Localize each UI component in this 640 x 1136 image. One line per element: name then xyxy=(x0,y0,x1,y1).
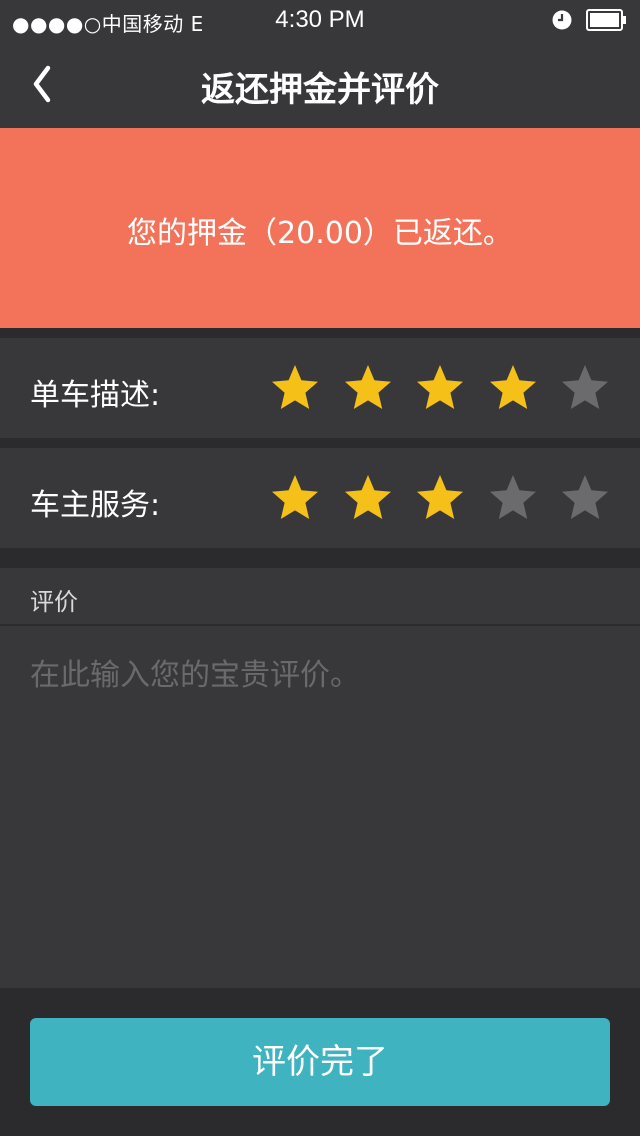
rating-label-bike-description: 单车描述: xyxy=(30,378,161,413)
rating-row-bike-description: 单车描述: xyxy=(0,338,640,438)
star-rating-bike-description[interactable] xyxy=(270,364,620,412)
footer: 评价完了 xyxy=(0,988,640,1136)
star-filled-icon[interactable] xyxy=(415,364,465,412)
page-title: 返还押金并评价 xyxy=(201,70,439,110)
status-bar: ●●●●○中国移动 E 4:30 PM xyxy=(0,0,640,40)
rating-row-owner-service: 车主服务: xyxy=(0,448,640,548)
star-empty-icon[interactable] xyxy=(560,364,610,412)
rating-label-owner-service: 车主服务: xyxy=(30,488,161,523)
screen: ●●●●○中国移动 E 4:30 PM 返还押金并评价 您的押金（20.00）已… xyxy=(0,0,640,1136)
star-filled-icon[interactable] xyxy=(270,474,320,522)
nav-bar: 返还押金并评价 xyxy=(0,40,640,128)
star-filled-icon[interactable] xyxy=(488,364,538,412)
star-rating-owner-service[interactable] xyxy=(270,474,620,522)
clock-icon xyxy=(552,10,572,30)
review-body xyxy=(0,626,640,988)
star-empty-icon[interactable] xyxy=(560,474,610,522)
battery-icon xyxy=(586,9,626,31)
star-filled-icon[interactable] xyxy=(270,364,320,412)
star-filled-icon[interactable] xyxy=(415,474,465,522)
star-empty-icon[interactable] xyxy=(488,474,538,522)
review-header: 评价 xyxy=(0,568,640,624)
review-header-label: 评价 xyxy=(30,588,78,616)
star-filled-icon[interactable] xyxy=(343,474,393,522)
review-input[interactable] xyxy=(30,650,610,970)
deposit-returned-banner: 您的押金（20.00）已返还。 xyxy=(0,128,640,328)
status-time: 4:30 PM xyxy=(275,6,365,33)
submit-review-button[interactable]: 评价完了 xyxy=(30,1018,610,1106)
deposit-returned-message: 您的押金（20.00）已返还。 xyxy=(127,216,513,251)
star-filled-icon[interactable] xyxy=(343,364,393,412)
